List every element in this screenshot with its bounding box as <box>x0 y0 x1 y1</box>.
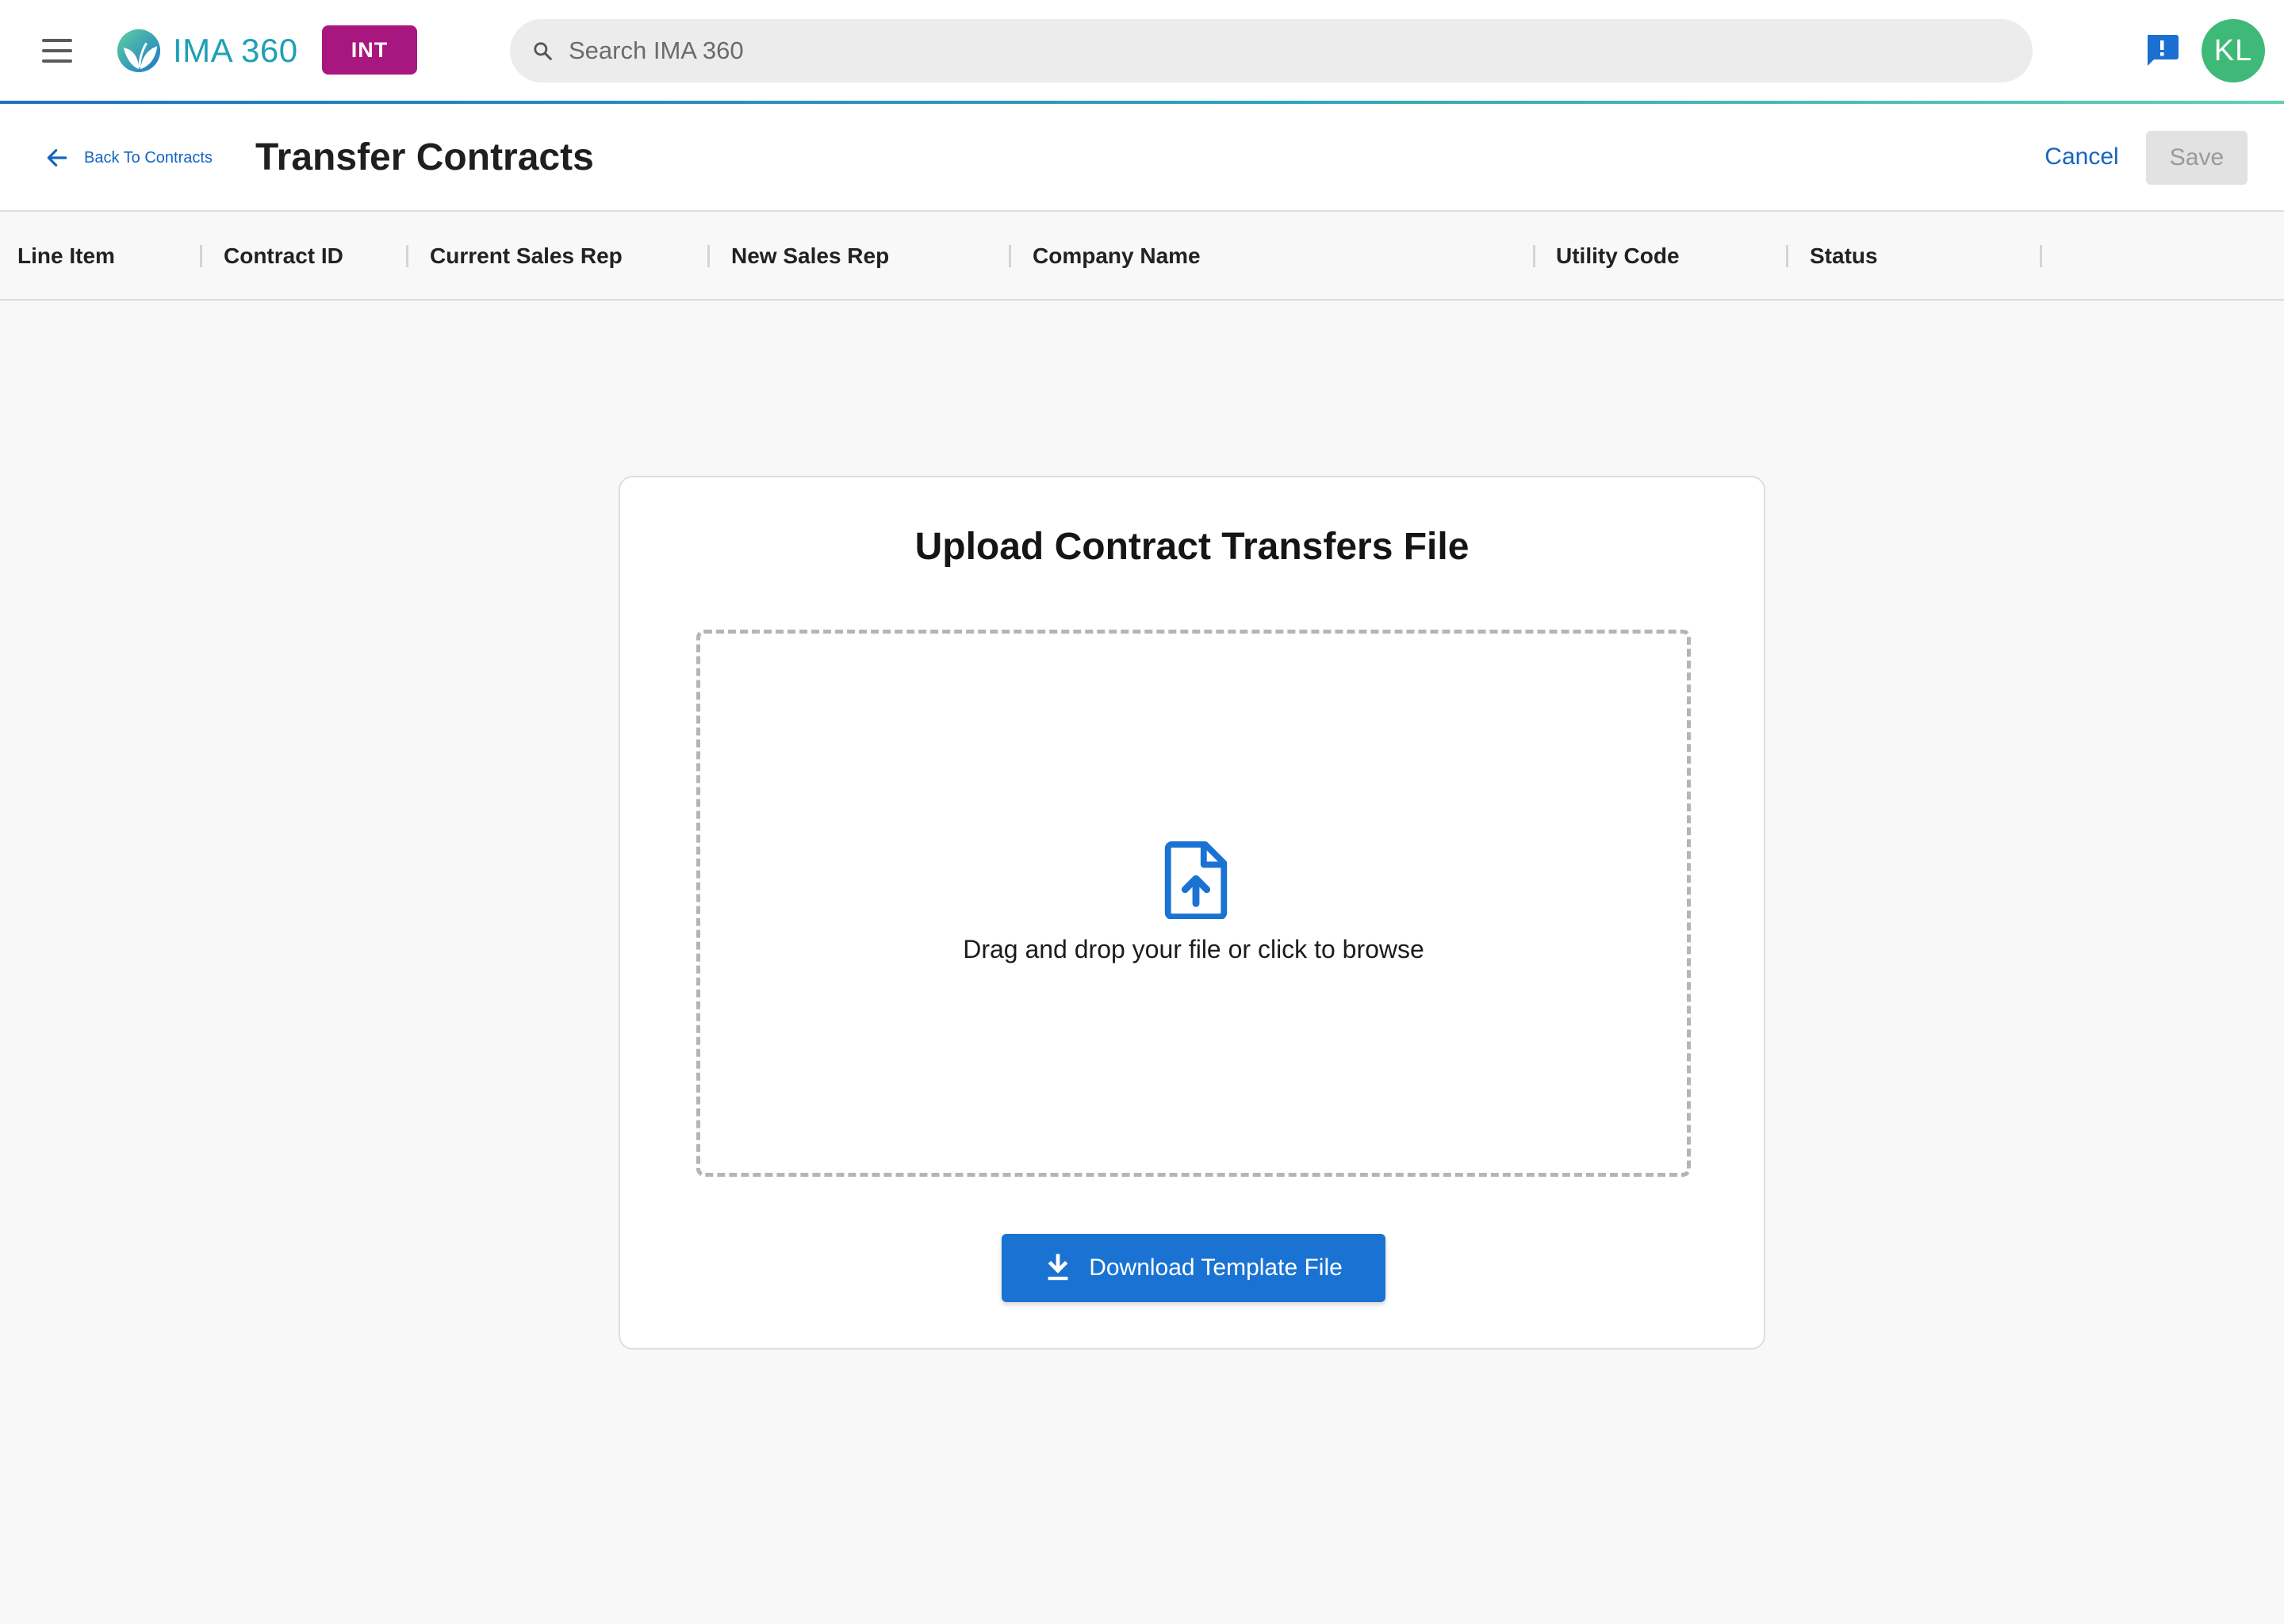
download-template-label: Download Template File <box>1089 1254 1343 1281</box>
app-name: IMA 360 <box>173 32 298 69</box>
back-link-label: Back To Contracts <box>84 148 213 167</box>
menu-icon-bar <box>42 49 72 52</box>
column-header-contract-id[interactable]: Contract ID <box>224 212 343 301</box>
environment-badge: INT <box>322 25 417 75</box>
upload-card: Upload Contract Transfers File Drag and … <box>619 476 1765 1350</box>
column-resize-handle[interactable] <box>406 245 408 267</box>
save-button-disabled: Save <box>2146 131 2248 185</box>
arrow-left-icon <box>47 149 67 167</box>
cancel-button[interactable]: Cancel <box>2030 131 2133 183</box>
column-resize-handle[interactable] <box>707 245 710 267</box>
column-header-company-name[interactable]: Company Name <box>1033 212 1201 301</box>
menu-button[interactable] <box>35 30 79 71</box>
global-search[interactable] <box>510 19 2033 82</box>
dropzone-instructions: Drag and drop your file or click to brow… <box>963 935 1424 963</box>
column-resize-handle[interactable] <box>1009 245 1011 267</box>
user-avatar[interactable]: KL <box>2202 19 2265 82</box>
file-dropzone[interactable]: Drag and drop your file or click to brow… <box>696 630 1691 1177</box>
feedback-icon[interactable] <box>2143 32 2181 70</box>
logo-leaf-icon <box>117 29 161 73</box>
search-input[interactable] <box>569 36 1917 65</box>
column-header-current-sales-rep[interactable]: Current Sales Rep <box>430 212 623 301</box>
column-header-new-sales-rep[interactable]: New Sales Rep <box>731 212 889 301</box>
back-to-contracts-link[interactable]: Back To Contracts <box>44 142 213 174</box>
column-header-line-item[interactable]: Line Item <box>17 212 115 301</box>
app-logo[interactable]: IMA 360 <box>116 27 298 75</box>
column-header-utility-code[interactable]: Utility Code <box>1556 212 1680 301</box>
search-icon <box>534 42 552 60</box>
column-header-status[interactable]: Status <box>1810 212 1878 301</box>
download-icon <box>1048 1254 1068 1281</box>
column-resize-handle[interactable] <box>1533 245 1535 267</box>
column-resize-handle[interactable] <box>200 245 202 267</box>
table-header-row: Line Item Contract ID Current Sales Rep … <box>0 212 2284 301</box>
upload-card-title: Upload Contract Transfers File <box>914 526 1470 568</box>
page-title: Transfer Contracts <box>255 136 594 178</box>
menu-icon-bar <box>42 59 72 63</box>
download-template-button[interactable]: Download Template File <box>1002 1234 1385 1302</box>
column-resize-handle[interactable] <box>2040 245 2042 267</box>
file-upload-icon <box>1164 841 1228 919</box>
app-bar: IMA 360 INT KL <box>0 0 2284 103</box>
column-resize-handle[interactable] <box>1786 245 1788 267</box>
menu-icon-bar <box>42 39 72 42</box>
page-header: Back To Contracts Transfer Contracts Can… <box>0 104 2284 212</box>
